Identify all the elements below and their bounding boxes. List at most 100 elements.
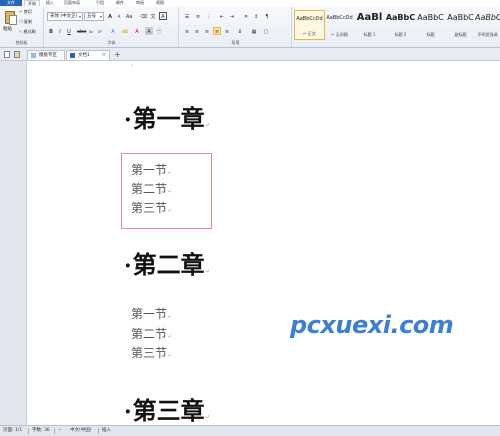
change-case-icon[interactable]: Aa (125, 12, 133, 20)
shrink-font-icon[interactable]: A (115, 12, 123, 20)
align-center-icon[interactable]: ≡ (193, 27, 201, 35)
section-title: 第三节 (131, 201, 168, 215)
document-tabs-bar: 模板专区 文档1 × + (0, 48, 500, 61)
show-marks-icon[interactable]: ¶ (263, 12, 271, 20)
style-name: 副标题 (454, 32, 467, 37)
format-painter-button[interactable]: ✎ 格式刷 (19, 29, 36, 35)
style-sample: AaBbC (417, 13, 444, 22)
enclose-char-icon[interactable]: ㊀ (155, 27, 163, 35)
copy-icon: ❐ (19, 19, 23, 24)
font-name-select[interactable]: 宋体 (中文正) ▾ (47, 12, 83, 21)
align-left-icon[interactable]: ≡ (183, 27, 191, 35)
site-watermark: pcxuexi.com (290, 311, 454, 339)
section-line[interactable]: 第二节↵ (131, 180, 171, 197)
style-sample: AaBbCcDd (326, 15, 353, 21)
chevron-down-icon: ▾ (78, 14, 81, 19)
decrease-indent-icon[interactable]: ⇤ (218, 12, 226, 20)
justify-icon[interactable]: ≡ (213, 27, 221, 35)
multilevel-list-icon[interactable]: ⋮ (205, 12, 213, 20)
tab-document1[interactable]: 文档1 × (66, 50, 110, 60)
increase-indent-icon[interactable]: ⇥ (228, 12, 236, 20)
section-line[interactable]: 第一节↵ (131, 305, 171, 322)
bullets-icon[interactable]: ☰ (183, 12, 191, 20)
style-name: ↵ 无间隔 (331, 32, 348, 37)
strikethrough-icon[interactable]: abe (76, 27, 86, 35)
style-subtle-emphasis[interactable]: AaBbC 不明显强调 (475, 10, 500, 40)
underline-icon[interactable]: U (65, 27, 73, 35)
font-size-select[interactable]: 五号 ▾ (84, 12, 104, 21)
borders-icon[interactable]: ▢ (262, 27, 270, 35)
chapter-heading[interactable]: ·第三章↵ (124, 391, 210, 426)
style-no-spacing[interactable]: AaBbCcDd ↵ 无间隔 (324, 10, 355, 40)
section-line[interactable]: 第一节↵ (131, 161, 171, 178)
new-doc-icon[interactable] (4, 51, 10, 58)
chapter-heading[interactable]: ·第一章↵ (124, 99, 210, 134)
paragraph-mark: ↵ (167, 314, 172, 320)
insert-mode-indicator[interactable]: 插入 (102, 426, 111, 436)
align-right-icon[interactable]: ≡ (203, 27, 211, 35)
char-shading-icon[interactable]: A (145, 27, 153, 35)
style-sample: AaBbC (385, 13, 416, 22)
scissors-icon: ✂ (19, 9, 23, 14)
word-count[interactable]: 字数: 36 (32, 426, 50, 436)
paragraph-mark: ↵ (167, 353, 172, 359)
paragraph-mark: ↵ (204, 414, 210, 421)
page-count[interactable]: 页面: 1/1 (3, 426, 22, 436)
char-border-icon[interactable]: A (159, 12, 167, 20)
style-name: 标题 2 (394, 32, 407, 37)
spellcheck-icon[interactable]: ✓ (58, 426, 62, 436)
style-sample: AaBl (356, 12, 383, 23)
tab-template-zone[interactable]: 模板专区 (27, 50, 65, 60)
subscript-icon[interactable]: x₂ (87, 27, 95, 35)
superscript-icon[interactable]: x² (96, 27, 104, 35)
distributed-icon[interactable]: ≡ (223, 27, 231, 35)
bullet-marker: · (124, 253, 132, 279)
open-folder-icon[interactable] (14, 51, 20, 58)
section-line[interactable]: 第三节↵ (131, 344, 171, 361)
line-spacing-icon[interactable]: ↨ (236, 27, 244, 35)
font-color-icon[interactable]: A (133, 27, 141, 35)
section-line[interactable]: 第三节↵ (131, 199, 171, 216)
style-title[interactable]: AaBbC 标题 (415, 10, 446, 40)
highlight-icon[interactable]: ab (121, 27, 129, 35)
font-size-value: 五号 (87, 14, 96, 19)
status-bar: 页面: 1/1 字数: 36 ✓ 中文(中国) 插入 (0, 425, 500, 436)
style-subtitle[interactable]: AaBbC 副标题 (445, 10, 476, 40)
section-title: 第二节 (131, 182, 168, 196)
cut-button[interactable]: ✂ 剪切 (19, 9, 32, 15)
style-name: 标题 1 (363, 32, 376, 37)
shading-icon[interactable]: ▦ (250, 27, 258, 35)
grow-font-icon[interactable]: A (106, 12, 114, 20)
italic-icon[interactable]: I (56, 27, 64, 35)
paste-button[interactable]: 粘贴 (1, 8, 18, 38)
tab-document1-label: 文档1 (78, 53, 90, 58)
style-normal[interactable]: AaBbCcDd ↵ 正文 (294, 10, 325, 40)
close-icon[interactable]: × (102, 51, 106, 60)
new-tab-icon[interactable]: + (114, 50, 121, 59)
format-painter-label: 格式刷 (23, 29, 36, 34)
section-title: 第三节 (131, 346, 168, 360)
chapter-title: 第三章 (132, 396, 205, 425)
language-indicator[interactable]: 中文(中国) (70, 426, 92, 436)
copy-button[interactable]: ❐ 复制 (19, 19, 32, 25)
section-title: 第二节 (131, 327, 168, 341)
bold-icon[interactable]: B (47, 27, 55, 35)
document-page[interactable]: ˅ ·第一章↵ 第一节↵ 第二节↵ 第三节↵ ·第二章↵ 第一节↵ 第二节↵ 第… (28, 61, 500, 425)
numbering-icon[interactable]: ≡ (194, 12, 202, 20)
paragraph-mark: ˅ (131, 65, 134, 71)
style-name: 不明显强调 (477, 32, 498, 37)
style-heading-1[interactable]: AaBl 标题 1 (354, 10, 385, 40)
paragraph-mark: ↵ (204, 122, 210, 129)
style-heading-2[interactable]: AaBbC 标题 2 (385, 10, 416, 40)
font-group-label: 字体 (107, 40, 116, 45)
cut-label: 剪切 (23, 9, 32, 14)
section-line[interactable]: 第二节↵ (131, 325, 171, 342)
paste-icon (5, 11, 17, 25)
clear-format-icon[interactable]: ⌫ (139, 12, 147, 20)
chapter-heading[interactable]: ·第二章↵ (124, 245, 210, 280)
divider (28, 428, 29, 434)
sort-icon[interactable]: ↕ (252, 12, 260, 20)
chinese-layout-icon[interactable]: ✕ (242, 12, 250, 20)
phonetic-guide-icon[interactable]: 文 (149, 12, 157, 20)
text-effects-icon[interactable]: A (109, 27, 117, 35)
